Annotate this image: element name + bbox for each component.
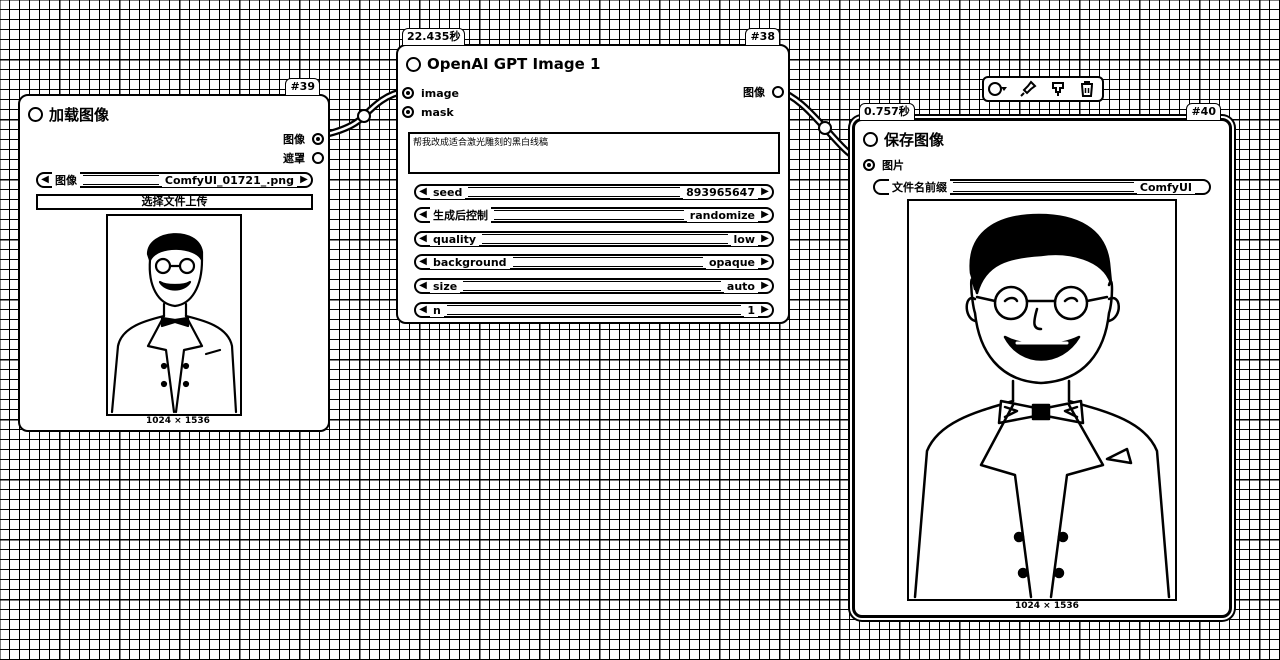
arrow-right-icon[interactable]: ▶ xyxy=(758,280,772,292)
node-toolbar xyxy=(982,76,1104,102)
arrow-left-icon[interactable]: ◀ xyxy=(416,256,430,268)
node-id-badge: #39 xyxy=(285,78,320,96)
delete-icon[interactable] xyxy=(1076,79,1098,99)
image-size-label: 1024 × 1536 xyxy=(144,416,212,426)
output-label: 图像 xyxy=(740,84,768,100)
output-image-preview xyxy=(907,199,1177,601)
input-dot-icon[interactable] xyxy=(402,87,414,99)
lineart-portrait xyxy=(913,213,1171,599)
widget-name: 图像 xyxy=(52,172,80,188)
node-title[interactable]: 保存图像 xyxy=(863,129,951,149)
filename-prefix-widget[interactable]: 文件名前缀 ComfyUI xyxy=(873,179,1211,195)
arrow-left-icon[interactable]: ◀ xyxy=(416,233,430,245)
output-slot-image[interactable]: 图像 xyxy=(740,84,784,100)
load-image-node[interactable]: #39 加载图像 图像 遮罩 ◀ 图像 ComfyUI_01721_.png ▶… xyxy=(18,78,330,432)
image-preview xyxy=(106,214,242,416)
n-widget[interactable]: ◀ n 1 ▶ xyxy=(414,302,774,318)
input-dot-icon[interactable] xyxy=(402,106,414,118)
output-dot-icon[interactable] xyxy=(772,86,784,98)
portrait-sketch xyxy=(110,233,238,414)
input-slot-mask[interactable]: mask xyxy=(402,104,457,120)
node-title-text: OpenAI GPT Image 1 xyxy=(427,55,601,73)
arrow-left-icon[interactable]: ◀ xyxy=(416,186,430,198)
execution-time-badge: 0.757秒 xyxy=(859,103,915,121)
seed-widget[interactable]: ◀ seed 893965647 ▶ xyxy=(414,184,774,200)
link-midpoint-1 xyxy=(357,109,371,123)
collapse-dot-icon[interactable] xyxy=(28,106,43,122)
prompt-textarea[interactable]: 帮我改成适合激光雕刻的黑白线稿 xyxy=(408,132,780,174)
arrow-right-icon[interactable]: ▶ xyxy=(758,209,772,221)
openai-gpt-image-node[interactable]: 22.435秒 #38 OpenAI GPT Image 1 image mas… xyxy=(396,28,790,324)
collapse-dot-icon[interactable] xyxy=(406,56,421,72)
image-size-label: 1024 × 1536 xyxy=(1013,601,1081,611)
link-image-39-to-38 xyxy=(314,87,409,140)
pin-icon[interactable] xyxy=(1017,79,1039,99)
save-image-node[interactable]: 0.757秒 #40 保存图像 图片 文件名前缀 ComfyUI 1024 × … xyxy=(852,103,1232,618)
background-widget[interactable]: ◀ background opaque ▶ xyxy=(414,254,774,270)
node-title-text: 保存图像 xyxy=(884,130,945,149)
arrow-right-icon[interactable]: ▶ xyxy=(297,174,311,186)
link-midpoint-2 xyxy=(818,121,832,135)
arrow-left-icon[interactable]: ◀ xyxy=(416,304,430,316)
arrow-right-icon[interactable]: ▶ xyxy=(758,186,772,198)
output-label: 图像 xyxy=(280,131,308,147)
input-slot-images[interactable]: 图片 xyxy=(863,157,907,173)
input-slot-image[interactable]: image xyxy=(402,85,462,101)
color-toggle-icon[interactable] xyxy=(987,79,1010,99)
arrow-right-icon[interactable]: ▶ xyxy=(758,256,772,268)
arrow-left-icon[interactable]: ◀ xyxy=(416,280,430,292)
input-label: image xyxy=(418,86,462,100)
node-title[interactable]: OpenAI GPT Image 1 xyxy=(406,54,607,74)
output-dot-icon[interactable] xyxy=(312,152,324,164)
arrow-right-icon[interactable]: ▶ xyxy=(758,304,772,316)
node-id-badge: #38 xyxy=(745,28,780,46)
node-title-text: 加载图像 xyxy=(49,105,110,124)
node-id-badge: #40 xyxy=(1186,103,1221,121)
upload-button[interactable]: 选择文件上传 xyxy=(36,194,313,210)
execution-time-badge: 22.435秒 xyxy=(402,28,466,46)
control-after-generate-widget[interactable]: ◀ 生成后控制 randomize ▶ xyxy=(414,207,774,223)
input-dot-icon[interactable] xyxy=(863,159,875,171)
input-label: 图片 xyxy=(879,157,907,173)
input-label: mask xyxy=(418,105,457,119)
widget-value: ComfyUI_01721_.png xyxy=(161,173,297,187)
image-file-combo[interactable]: ◀ 图像 ComfyUI_01721_.png ▶ xyxy=(36,172,313,188)
bypass-icon[interactable] xyxy=(1047,79,1069,99)
output-dot-icon[interactable] xyxy=(312,133,324,145)
arrow-left-icon[interactable]: ◀ xyxy=(416,209,430,221)
quality-widget[interactable]: ◀ quality low ▶ xyxy=(414,231,774,247)
output-label: 遮罩 xyxy=(280,150,308,166)
node-title[interactable]: 加载图像 xyxy=(28,104,116,124)
size-widget[interactable]: ◀ size auto ▶ xyxy=(414,278,774,294)
arrow-left-icon[interactable]: ◀ xyxy=(38,174,52,186)
output-slot-mask[interactable]: 遮罩 xyxy=(280,150,324,166)
output-slot-image[interactable]: 图像 xyxy=(280,131,324,147)
collapse-dot-icon[interactable] xyxy=(863,131,878,147)
arrow-right-icon[interactable]: ▶ xyxy=(758,233,772,245)
